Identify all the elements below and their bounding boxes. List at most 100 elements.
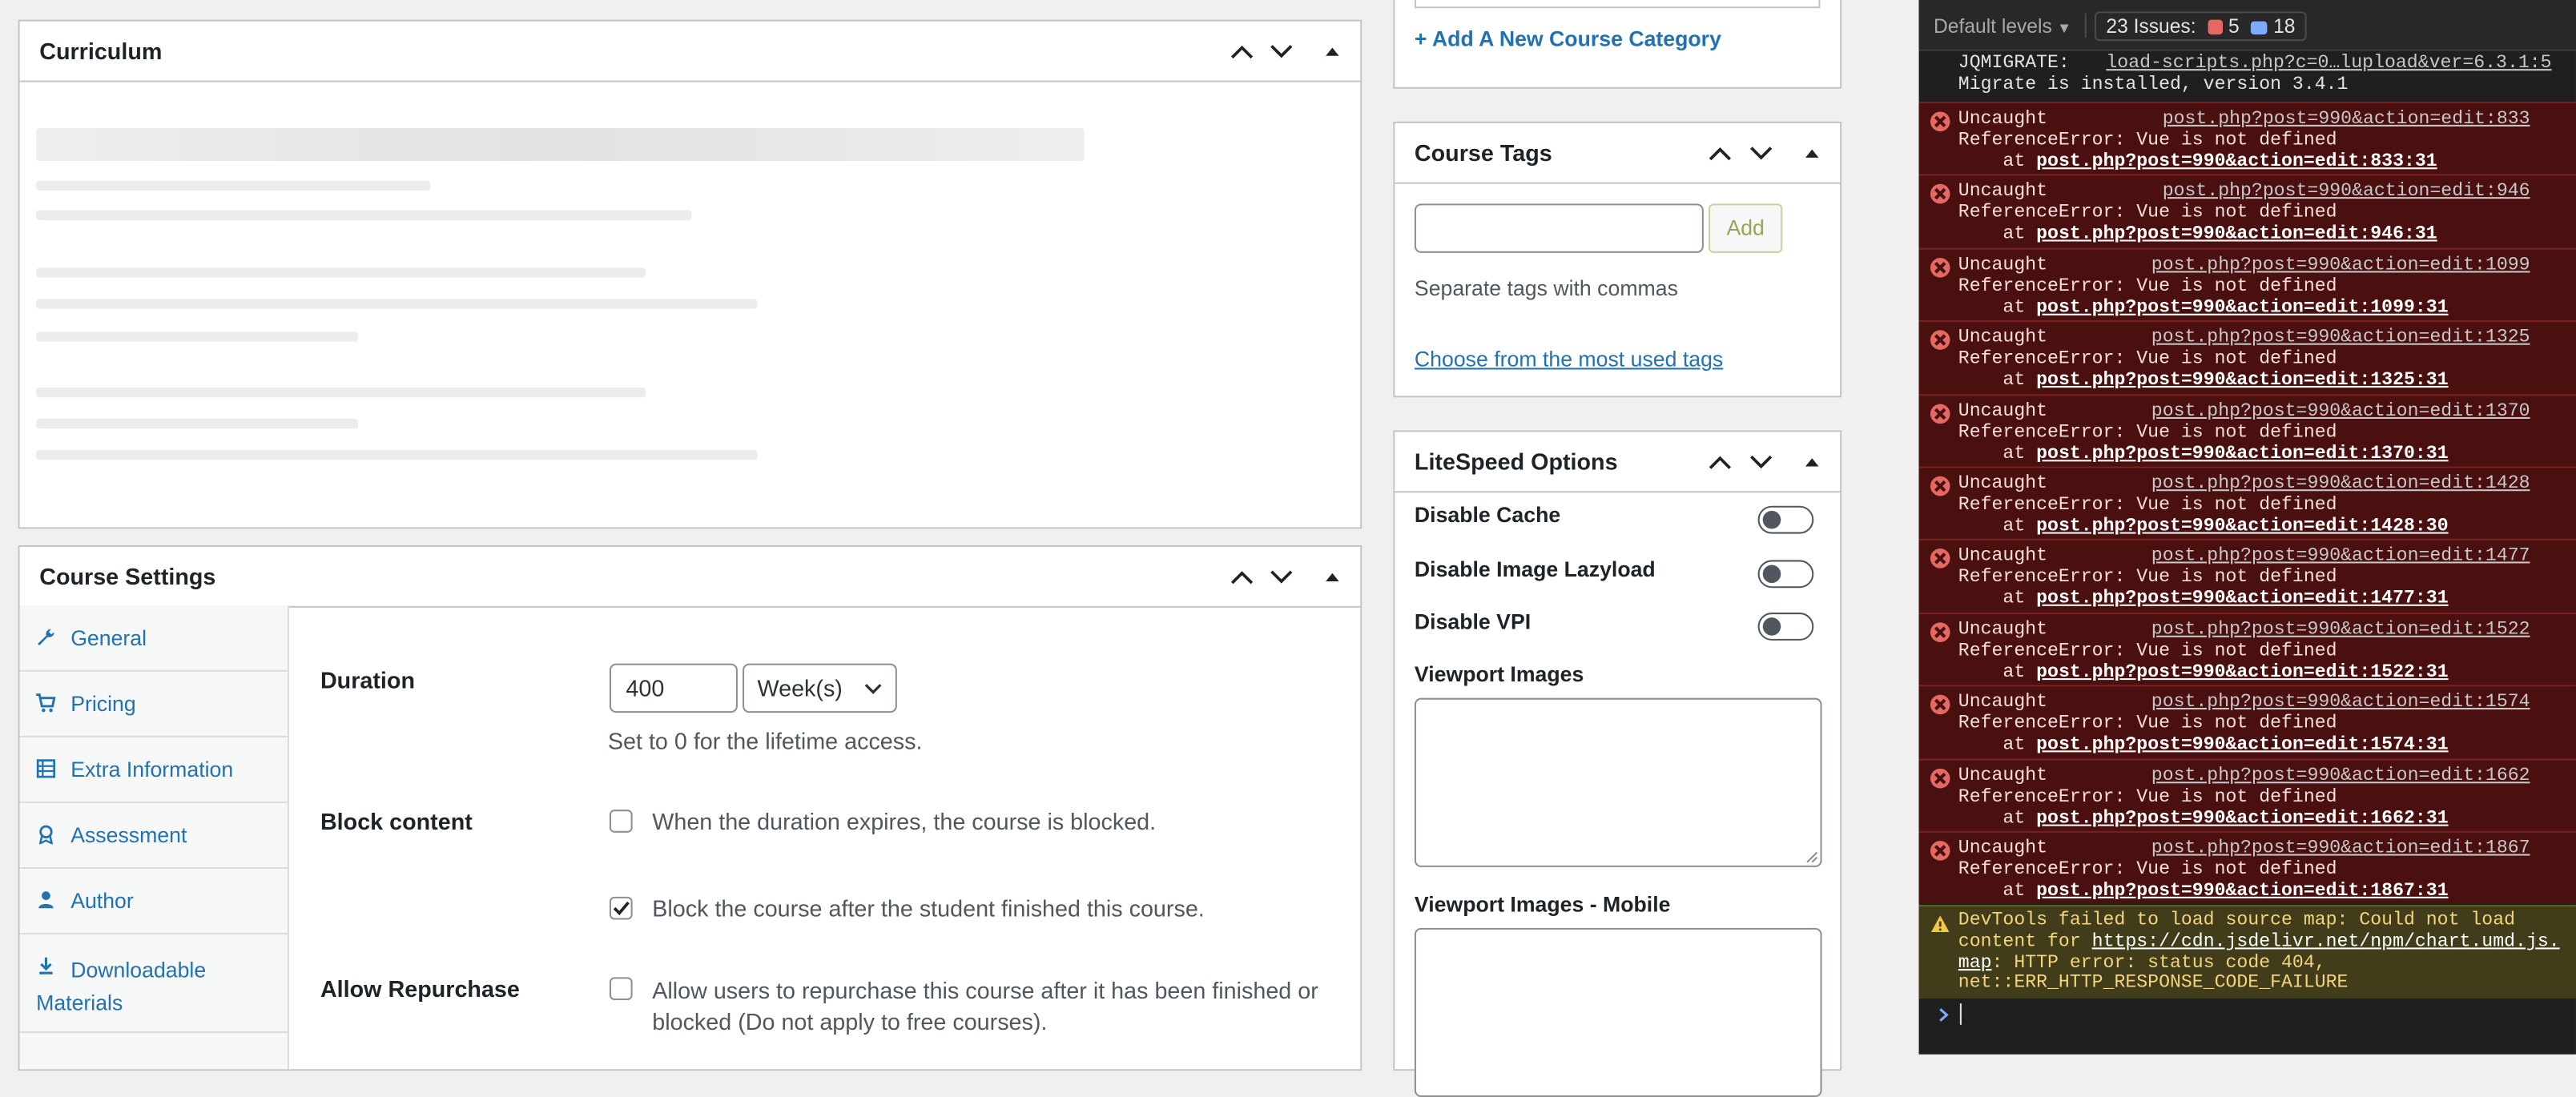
issues-errors-count: 5 bbox=[2228, 14, 2240, 38]
move-up-button[interactable] bbox=[1227, 22, 1257, 81]
error-stack-link[interactable]: post.php?post=990&action=edit:1662:31 bbox=[2036, 809, 2448, 829]
duration-input[interactable]: 400 bbox=[609, 663, 738, 713]
disable-image-lazyload-toggle[interactable] bbox=[1757, 560, 1814, 589]
error-source-link[interactable]: post.php?post=990&action=edit:833 bbox=[2163, 110, 2530, 131]
console-error-row[interactable]: Uncaught post.php?post=990&action=edit:94… bbox=[1918, 175, 2576, 248]
tab-downloadable-materials[interactable]: Downloadable Materials bbox=[19, 934, 288, 1034]
error-source-link[interactable]: post.php?post=990&action=edit:1370 bbox=[2151, 402, 2530, 423]
error-stack-line: at post.php?post=990&action=edit:1662:31 bbox=[1958, 809, 2448, 830]
error-source-link[interactable]: post.php?post=990&action=edit:1522 bbox=[2151, 621, 2530, 641]
error-stack-link[interactable]: post.php?post=990&action=edit:1477:31 bbox=[2036, 590, 2448, 610]
tab-author[interactable]: Author bbox=[19, 869, 288, 935]
console-error-row[interactable]: Uncaught post.php?post=990&action=edit:14… bbox=[1918, 466, 2576, 540]
move-down-button[interactable] bbox=[1746, 432, 1776, 491]
course-categories-box: + Add A New Course Category bbox=[1393, 0, 1842, 89]
wp-editor-area: Curriculum Course Settings General Prici… bbox=[0, 0, 1898, 1097]
tab-downloadable-materials-label: Downloadable Materials bbox=[36, 957, 207, 1015]
error-source-link[interactable]: post.php?post=990&action=edit:1477 bbox=[2151, 548, 2530, 569]
toggle-panel-button[interactable] bbox=[1318, 22, 1347, 81]
console-error-row[interactable]: Uncaught post.php?post=990&action=edit:18… bbox=[1918, 830, 2576, 904]
chevron-up-icon bbox=[1230, 570, 1254, 584]
jqmigrate-source-link[interactable]: load-scripts.php?c=0…luploa‌d&ver=6.3.1:… bbox=[2106, 54, 2551, 75]
error-source-link[interactable]: post.php?post=990&action=edit:1867 bbox=[2151, 839, 2530, 860]
move-down-button[interactable] bbox=[1266, 22, 1296, 81]
error-stack-line: at post.php?post=990&action=edit:1428:30 bbox=[1958, 517, 2448, 538]
error-stack-link[interactable]: post.php?post=990&action=edit:946:31 bbox=[2036, 226, 2437, 246]
sourcemap-url-link-continued[interactable]: map bbox=[1958, 954, 1992, 974]
error-source-link[interactable]: post.php?post=990&action=edit:946 bbox=[2163, 183, 2530, 203]
console-error-row[interactable]: Uncaught post.php?post=990&action=edit:14… bbox=[1918, 539, 2576, 613]
console-error-row[interactable]: Uncaught post.php?post=990&action=edit:83… bbox=[1918, 102, 2576, 175]
viewport-images-mobile-textarea[interactable] bbox=[1414, 927, 1822, 1097]
allow-repurchase-checkbox[interactable] bbox=[609, 977, 633, 1001]
sourcemap-url-link[interactable]: https://cdn.jsdelivr.net/npm/chart.umd.j… bbox=[2092, 933, 2560, 953]
block-content-finished-checkbox[interactable] bbox=[609, 896, 633, 920]
error-source-link[interactable]: post.php?post=990&action=edit:1099 bbox=[2151, 256, 2530, 277]
error-stack-link[interactable]: post.php?post=990&action=edit:1867:31 bbox=[2036, 882, 2448, 902]
stack-prefix: at bbox=[1958, 371, 2037, 392]
caret-up-icon bbox=[1805, 457, 1819, 466]
resize-handle-icon[interactable] bbox=[1805, 850, 1818, 863]
tab-pricing[interactable]: Pricing bbox=[19, 672, 288, 737]
error-source-link[interactable]: post.php?post=990&action=edit:1574 bbox=[2151, 693, 2530, 714]
toggle-panel-button[interactable] bbox=[1797, 432, 1827, 491]
disable-vpi-toggle[interactable] bbox=[1757, 613, 1814, 641]
chevron-up-icon bbox=[1230, 44, 1254, 58]
add-tag-button-label: Add bbox=[1726, 215, 1765, 240]
error-stack-link[interactable]: post.php?post=990&action=edit:833:31 bbox=[2036, 153, 2437, 173]
move-up-button[interactable] bbox=[1705, 123, 1735, 183]
issues-counter[interactable]: 23 Issues: 5 18 bbox=[2095, 11, 2307, 42]
add-tag-button[interactable]: Add bbox=[1709, 203, 1783, 253]
console-error-row[interactable]: Uncaught post.php?post=990&action=edit:13… bbox=[1918, 320, 2576, 394]
error-uncaught-text: Uncaught bbox=[1958, 474, 2048, 495]
stack-prefix: at bbox=[1958, 663, 2037, 683]
error-stack-line: at post.php?post=990&action=edit:833:31 bbox=[1958, 153, 2437, 174]
default-levels-dropdown[interactable]: Default levels ▼ bbox=[1934, 14, 2071, 38]
console-error-row[interactable]: Uncaught post.php?post=990&action=edit:10… bbox=[1918, 247, 2576, 321]
error-stack-link[interactable]: post.php?post=990&action=edit:1522:31 bbox=[2036, 663, 2448, 683]
disable-cache-toggle[interactable] bbox=[1757, 505, 1814, 534]
block-content-expire-checkbox[interactable] bbox=[609, 810, 633, 833]
course-settings-title: Course Settings bbox=[39, 563, 216, 590]
add-course-category-link[interactable]: + Add A New Course Category bbox=[1415, 26, 1721, 51]
error-message-text: ReferenceError: Vue is not defined bbox=[1958, 569, 2337, 589]
tab-extra-information[interactable]: Extra Information bbox=[19, 737, 288, 803]
move-down-button[interactable] bbox=[1266, 547, 1296, 606]
console-error-row[interactable]: Uncaught post.php?post=990&action=edit:13… bbox=[1918, 393, 2576, 467]
toolbar-divider bbox=[2084, 13, 2087, 38]
panel-divider[interactable] bbox=[1897, 0, 1919, 1055]
toggle-panel-button[interactable] bbox=[1797, 123, 1827, 183]
choose-most-used-tags-link[interactable]: Choose from the most used tags bbox=[1415, 347, 1723, 372]
console-error-row[interactable]: Uncaught post.php?post=990&action=edit:16… bbox=[1918, 757, 2576, 831]
move-up-button[interactable] bbox=[1705, 432, 1735, 491]
chevron-down-icon bbox=[1270, 569, 1293, 583]
message-badge-icon bbox=[2251, 21, 2268, 35]
move-up-button[interactable] bbox=[1227, 547, 1257, 606]
toggle-panel-button[interactable] bbox=[1318, 547, 1347, 606]
text-caret bbox=[1959, 1003, 1962, 1025]
move-down-button[interactable] bbox=[1746, 123, 1776, 183]
chevron-down-icon bbox=[864, 684, 882, 694]
viewport-images-textarea[interactable] bbox=[1414, 697, 1822, 867]
error-source-link[interactable]: post.php?post=990&action=edit:1428 bbox=[2151, 475, 2530, 496]
error-stack-link[interactable]: post.php?post=990&action=edit:1370:31 bbox=[2036, 444, 2448, 464]
error-stack-link[interactable]: post.php?post=990&action=edit:1325:31 bbox=[2036, 372, 2448, 392]
error-stack-link[interactable]: post.php?post=990&action=edit:1428:30 bbox=[2036, 517, 2448, 537]
console-error-row[interactable]: Uncaught post.php?post=990&action=edit:15… bbox=[1918, 685, 2576, 758]
skeleton-line bbox=[36, 419, 359, 429]
console-error-row[interactable]: Uncaught post.php?post=990&action=edit:15… bbox=[1918, 612, 2576, 685]
error-source-link[interactable]: post.php?post=990&action=edit:1662 bbox=[2151, 766, 2530, 787]
toggle-knob bbox=[1762, 617, 1781, 635]
duration-unit-select[interactable]: Week(s) bbox=[743, 663, 897, 713]
error-uncaught-text: Uncaught bbox=[1958, 765, 2048, 786]
skeleton-line bbox=[36, 299, 758, 309]
tab-assessment[interactable]: Assessment bbox=[19, 803, 288, 869]
error-stack-link[interactable]: post.php?post=990&action=edit:1099:31 bbox=[2036, 299, 2448, 319]
console-prompt[interactable] bbox=[1919, 999, 2576, 1055]
tag-input[interactable] bbox=[1414, 203, 1704, 253]
error-uncaught-text: Uncaught bbox=[1958, 839, 2048, 859]
error-source-link[interactable]: post.php?post=990&action=edit:1325 bbox=[2151, 329, 2530, 350]
tab-general[interactable]: General bbox=[19, 606, 288, 672]
error-stack-link[interactable]: post.php?post=990&action=edit:1574:31 bbox=[2036, 736, 2448, 756]
caret-up-icon bbox=[1326, 46, 1339, 55]
